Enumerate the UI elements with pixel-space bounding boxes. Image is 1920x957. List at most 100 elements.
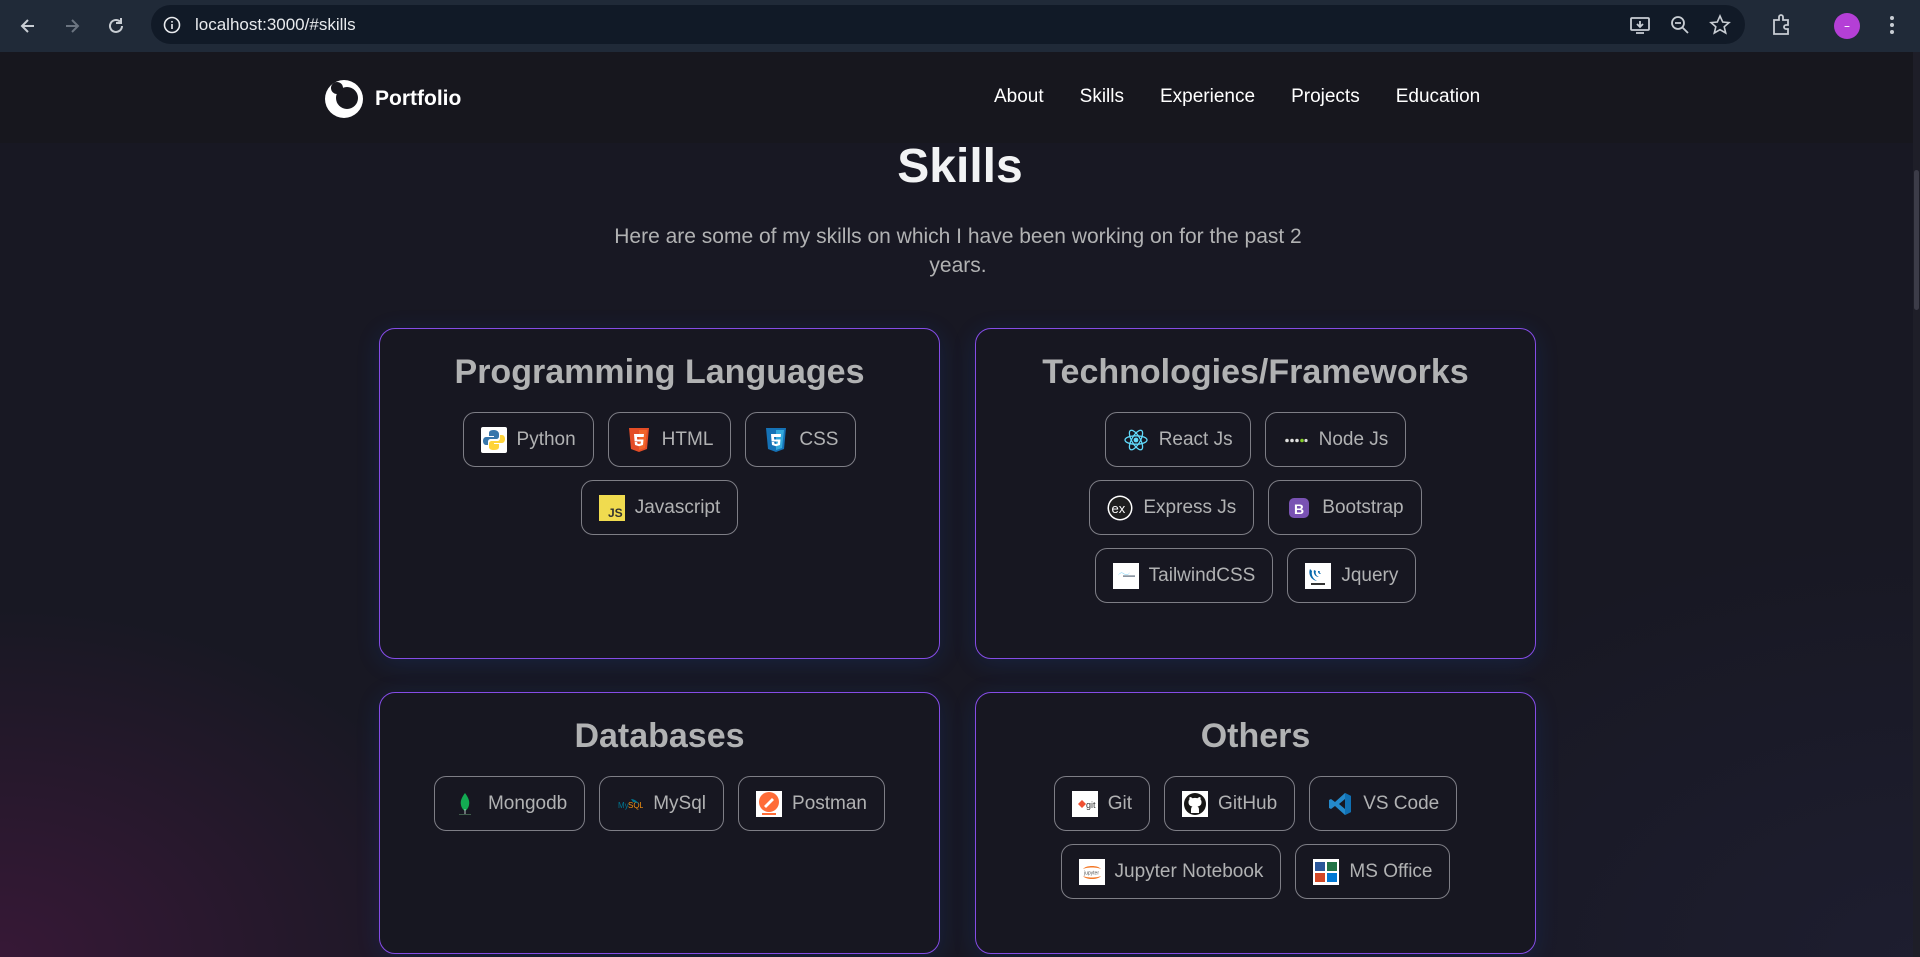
python-icon: [480, 426, 507, 453]
page-viewport: Portfolio About Skills Experience Projec…: [0, 52, 1920, 957]
reload-icon: [109, 18, 123, 33]
logo-icon: [325, 80, 363, 118]
skill-name: Python: [516, 428, 576, 450]
skill-item-python: Python: [462, 412, 594, 467]
bookmark-star-icon[interactable]: [1709, 13, 1731, 36]
skill-item-nodejs: Node Js: [1264, 412, 1407, 467]
extensions-icon[interactable]: [1768, 12, 1794, 38]
skill-list: Mongodb My SQL MySql Postman: [380, 776, 939, 831]
mysql-icon: My SQL: [617, 791, 643, 817]
card-title: Programming Languages: [454, 353, 865, 391]
skill-name: TailwindCSS: [1148, 564, 1256, 586]
nav-link-about[interactable]: About: [994, 86, 1044, 108]
nav-link-experience[interactable]: Experience: [1160, 86, 1255, 108]
back-button[interactable]: [8, 6, 48, 46]
skill-name: Express Js: [1143, 496, 1237, 518]
site-logo[interactable]: Portfolio: [323, 78, 461, 120]
skill-card-databases: Databases Mongodb My SQL MySql Postman: [379, 692, 940, 954]
skill-item-bootstrap: B Bootstrap: [1268, 480, 1422, 535]
skill-item-css: CSS: [745, 412, 857, 467]
skill-item-react: React Js: [1104, 412, 1251, 467]
html5-icon: [626, 427, 652, 453]
svg-text:jupyter: jupyter: [1083, 870, 1099, 876]
install-app-icon[interactable]: [1629, 14, 1651, 36]
skill-name: Jupyter Notebook: [1114, 860, 1264, 882]
css3-icon: [763, 427, 789, 453]
javascript-icon: JS: [598, 494, 625, 521]
zoom-icon[interactable]: [1669, 14, 1691, 36]
skill-item-javascript: JS Javascript: [580, 480, 739, 535]
skill-item-html: HTML: [607, 412, 732, 467]
logo-text: Portfolio: [375, 87, 462, 110]
jquery-icon: [1305, 562, 1332, 589]
profile-avatar[interactable]: –: [1834, 13, 1860, 39]
skill-name: CSS: [799, 428, 839, 450]
url-text: localhost:3000/#skills: [195, 14, 356, 34]
vscode-icon: [1327, 791, 1353, 817]
section-title: Skills: [897, 140, 1023, 193]
postman-icon: [756, 790, 783, 817]
skill-name: HTML: [661, 428, 714, 450]
skill-item-jupyter: jupyter Jupyter Notebook: [1060, 844, 1282, 899]
skill-list: git Git GitHub VS Code jupyter Jupyter N…: [976, 776, 1535, 899]
skill-card-technologies-frameworks: Technologies/Frameworks React Js Node Js…: [975, 328, 1536, 659]
arrow-left-icon: [20, 19, 34, 33]
skill-item-github: GitHub: [1164, 776, 1296, 831]
skill-name: GitHub: [1218, 792, 1278, 814]
nodejs-icon: [1283, 427, 1309, 453]
page-scrollbar[interactable]: [1913, 52, 1920, 957]
arrow-right-icon: [66, 19, 80, 33]
skill-name: VS Code: [1363, 792, 1440, 814]
skill-name: Javascript: [634, 496, 721, 518]
mongodb-icon: [452, 791, 478, 817]
nav-link-education[interactable]: Education: [1396, 86, 1481, 108]
jupyter-icon: jupyter: [1078, 858, 1105, 885]
section-subtitle: Here are some of my skills on which I ha…: [614, 225, 1302, 277]
nav-menu: About Skills Experience Projects Educati…: [994, 86, 1480, 108]
tailwind-icon: [1112, 562, 1139, 589]
skill-name: React Js: [1158, 428, 1233, 450]
skill-name: Jquery: [1341, 564, 1399, 586]
git-icon: git: [1071, 790, 1098, 817]
skill-item-mysql: My SQL MySql: [599, 776, 725, 831]
github-icon: [1182, 790, 1209, 817]
skill-item-postman: Postman: [738, 776, 885, 831]
site-info-icon[interactable]: [163, 16, 181, 34]
browser-menu-icon[interactable]: [1886, 12, 1898, 38]
skill-name: Bootstrap: [1322, 496, 1404, 518]
card-title: Others: [1200, 717, 1311, 755]
skill-item-vscode: VS Code: [1309, 776, 1458, 831]
card-title: Technologies/Frameworks: [1042, 353, 1469, 391]
skill-name: Postman: [792, 792, 867, 814]
skill-name: Git: [1107, 792, 1133, 814]
nav-link-skills[interactable]: Skills: [1080, 86, 1124, 108]
svg-text:B: B: [1294, 501, 1304, 517]
skill-name: Mongodb: [487, 792, 568, 814]
skill-name: Node Js: [1318, 428, 1389, 450]
card-title: Databases: [574, 717, 745, 755]
nav-link-projects[interactable]: Projects: [1291, 86, 1360, 108]
ms-office-icon: [1313, 858, 1340, 885]
skill-list: Python HTML CSS JS Javascript: [380, 412, 939, 535]
skill-card-programming-languages: Programming Languages Python HTML CSS JS…: [379, 328, 940, 659]
skill-item-git: git Git: [1053, 776, 1151, 831]
svg-text:git: git: [1086, 800, 1096, 810]
address-bar[interactable]: localhost:3000/#skills: [151, 5, 1745, 44]
skill-name: MS Office: [1349, 860, 1433, 882]
skill-item-jquery: Jquery: [1287, 548, 1417, 603]
reload-button[interactable]: [96, 6, 136, 46]
skill-card-others: Others git Git GitHub VS Code jupyter Ju…: [975, 692, 1536, 954]
bootstrap-icon: B: [1286, 495, 1312, 521]
express-icon: ex: [1107, 495, 1133, 521]
skill-item-ms-office: MS Office: [1295, 844, 1451, 899]
forward-button[interactable]: [52, 6, 92, 46]
site-navbar: Portfolio About Skills Experience Projec…: [0, 52, 1920, 143]
skill-name: MySql: [653, 792, 707, 814]
skill-item-tailwind: TailwindCSS: [1094, 548, 1274, 603]
svg-text:JS: JS: [608, 506, 623, 520]
skill-item-mongodb: Mongodb: [433, 776, 586, 831]
skill-list: React Js Node Js ex Express Js B Bootstr…: [976, 412, 1535, 603]
scrollbar-thumb[interactable]: [1914, 170, 1919, 310]
svg-text:ex: ex: [1112, 501, 1126, 516]
react-icon: [1123, 427, 1149, 453]
